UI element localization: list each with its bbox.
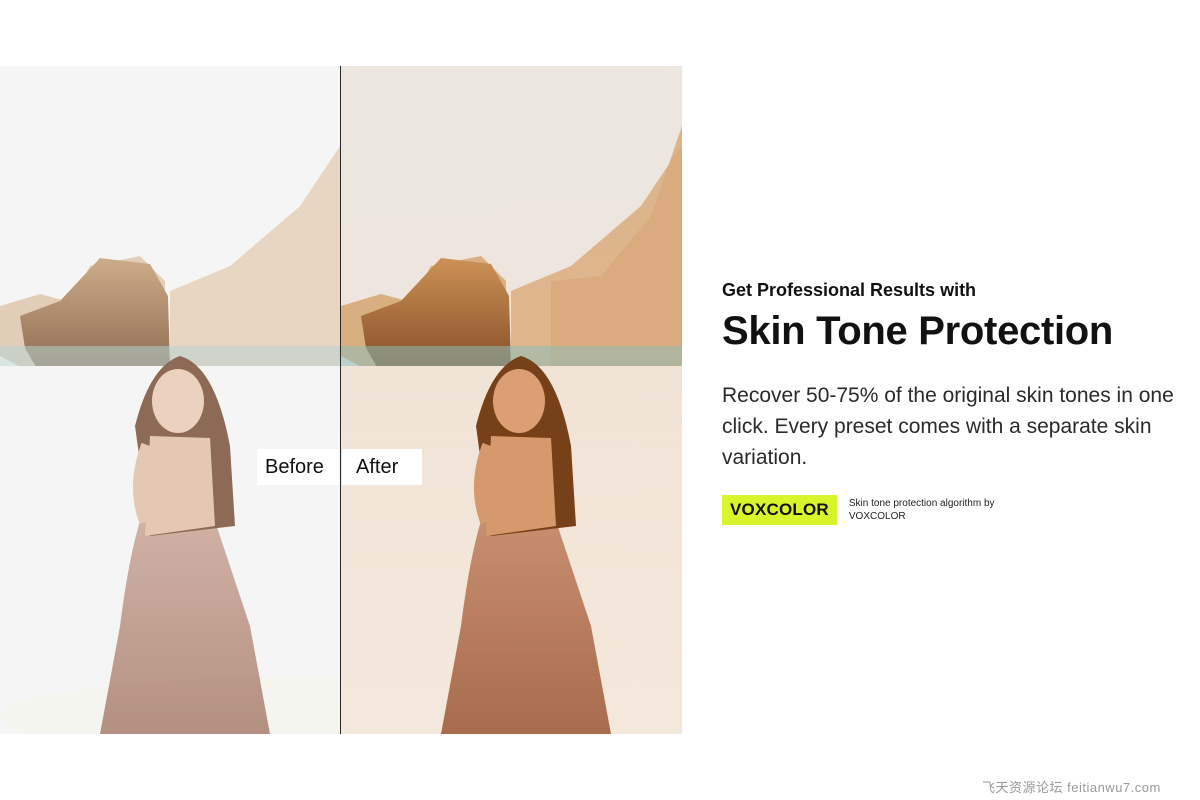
- before-photo: [0, 66, 340, 734]
- brand-row: VOXCOLOR Skin tone protection algorithm …: [722, 495, 1182, 525]
- before-after-comparison: Before After: [0, 66, 682, 734]
- brand-badge: VOXCOLOR: [722, 495, 837, 525]
- body-text: Recover 50-75% of the original skin tone…: [722, 384, 1174, 469]
- after-label: After: [342, 449, 422, 485]
- feature-copy: Get Professional Results with Skin Tone …: [722, 280, 1182, 525]
- watermark: 飞天资源论坛 feitianwu7.com: [982, 780, 1161, 795]
- brand-note: Skin tone protection algorithm by VOXCOL…: [848, 498, 995, 522]
- beach-portrait-image: [0, 66, 340, 734]
- comparison-divider: [340, 66, 341, 734]
- kicker-text: Get Professional Results with: [722, 280, 977, 300]
- headline: Skin Tone Protection: [722, 309, 1114, 353]
- before-label: Before: [257, 449, 339, 485]
- after-photo: [341, 66, 682, 734]
- beach-portrait-image: [341, 66, 682, 734]
